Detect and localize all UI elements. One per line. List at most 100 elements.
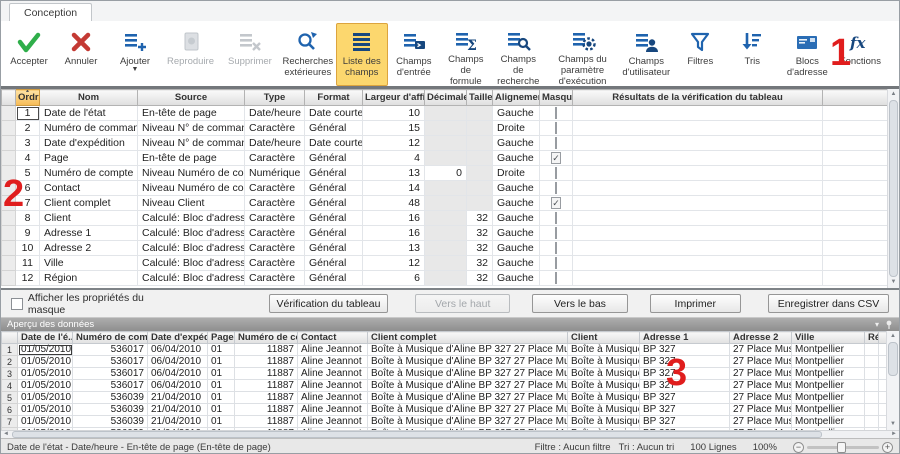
row-number[interactable]: 2 <box>2 356 18 368</box>
preview-cell[interactable]: Boîte à Musique d'Aline BP 327 27 Place … <box>368 368 568 380</box>
cell-filler[interactable] <box>823 151 890 166</box>
cell-masque[interactable] <box>540 121 573 136</box>
cell-format[interactable]: Général <box>305 271 363 286</box>
preview-cell[interactable]: 27 Place Musc... <box>730 356 792 368</box>
cell-resultats[interactable] <box>573 196 823 211</box>
preview-cell[interactable]: 536017 <box>73 368 148 380</box>
cell-nom[interactable]: Date d'expédition <box>40 136 138 151</box>
preview-cell[interactable]: Boîte à Musique d'Aline BP 327 27 Place … <box>368 416 568 428</box>
preview-cell[interactable]: Boîte à Musique d'Aline BP 327 27 Place … <box>368 356 568 368</box>
preview-cell[interactable]: 06/04/2010 <box>148 368 208 380</box>
preview-cell[interactable]: 11887 <box>235 416 298 428</box>
cell-alignement[interactable]: Droite <box>493 121 540 136</box>
cell-ordre[interactable]: 4 <box>16 151 40 166</box>
preview-cell[interactable]: 27 Place Musc... <box>730 404 792 416</box>
preview-cell[interactable]: Boîte à Musique d'... <box>568 428 640 431</box>
preview-column-header[interactable]: Adresse 1 <box>640 332 730 344</box>
cell-source[interactable]: Calculé: Bloc d'adresse <box>138 211 245 226</box>
preview-cell[interactable]: 11887 <box>235 392 298 404</box>
cell-alignement[interactable]: Gauche <box>493 226 540 241</box>
search-fields-button[interactable]: Champs de recherche <box>492 23 545 86</box>
preview-cell[interactable]: 01/05/2010 <box>18 356 73 368</box>
cell-masque[interactable] <box>540 106 573 121</box>
scroll-up-icon[interactable]: ▲ <box>888 89 899 100</box>
cell-alignement[interactable]: Gauche <box>493 181 540 196</box>
preview-cell[interactable]: Boîte à Musique d'... <box>568 416 640 428</box>
preview-cell[interactable]: 27 Place Musc... <box>730 368 792 380</box>
preview-cell[interactable]: 01 <box>208 416 235 428</box>
preview-column-header[interactable]: Adresse 2 <box>730 332 792 344</box>
preview-cell[interactable]: Montpellier <box>792 356 865 368</box>
zoom-out-icon[interactable]: − <box>793 442 804 453</box>
cell-alignement[interactable]: Gauche <box>493 271 540 286</box>
cell-nom[interactable]: Page <box>40 151 138 166</box>
cell-format[interactable]: Général <box>305 151 363 166</box>
cell-alignement[interactable]: Gauche <box>493 241 540 256</box>
preview-cell[interactable]: Boîte à Musique d'... <box>568 356 640 368</box>
cell-type[interactable]: Date/heure <box>245 136 305 151</box>
preview-cell[interactable] <box>865 380 879 392</box>
masque-checkbox[interactable] <box>555 122 557 134</box>
cell-alignement[interactable]: Droite <box>493 166 540 181</box>
preview-cell[interactable] <box>865 428 879 431</box>
row-selector[interactable] <box>2 256 16 271</box>
row-selector[interactable] <box>2 136 16 151</box>
preview-cell[interactable]: BP 327 <box>640 416 730 428</box>
preview-cell[interactable]: 536017 <box>73 380 148 392</box>
preview-cell[interactable]: Aline Jeannot <box>298 368 368 380</box>
cell-largeur[interactable]: 6 <box>363 271 425 286</box>
cell-source[interactable]: En-tête de page <box>138 106 245 121</box>
cell-taille[interactable] <box>467 136 493 151</box>
cell-largeur[interactable]: 13 <box>363 166 425 181</box>
preview-cell[interactable]: 01 <box>208 392 235 404</box>
preview-cell[interactable]: 01/05/2010 <box>18 368 73 380</box>
masque-checkbox[interactable] <box>555 227 557 239</box>
preview-cell[interactable]: Montpellier <box>792 344 865 356</box>
preview-cell[interactable]: 01/05/2010 <box>18 416 73 428</box>
cell-alignement[interactable]: Gauche <box>493 211 540 226</box>
fields-column-header[interactable]: Largeur d'afficha <box>363 90 425 106</box>
cell-masque[interactable] <box>540 256 573 271</box>
help-button[interactable]: ?Aide <box>888 23 900 86</box>
cell-format[interactable]: Général <box>305 226 363 241</box>
preview-cell[interactable]: 21/04/2010 <box>148 392 208 404</box>
cell-ordre[interactable]: 3 <box>16 136 40 151</box>
preview-cell[interactable]: Boîte à Musique d'... <box>568 380 640 392</box>
cell-source[interactable]: Calculé: Bloc d'adresse <box>138 271 245 286</box>
cell-type[interactable]: Caractère <box>245 151 305 166</box>
cell-resultats[interactable] <box>573 271 823 286</box>
save-csv-button[interactable]: Enregistrer dans CSV <box>768 294 889 313</box>
cell-nom[interactable]: Région <box>40 271 138 286</box>
row-selector[interactable] <box>2 271 16 286</box>
cell-format[interactable]: Général <box>305 256 363 271</box>
formula-fields-button[interactable]: ΣChamps de formule <box>440 23 492 86</box>
cell-alignement[interactable]: Gauche <box>493 106 540 121</box>
preview-cell[interactable]: Montpellier <box>792 428 865 431</box>
cell-masque[interactable] <box>540 181 573 196</box>
preview-cell[interactable] <box>865 356 879 368</box>
preview-cell[interactable]: 536017 <box>73 356 148 368</box>
masque-checkbox[interactable] <box>555 242 557 254</box>
cell-decimales[interactable] <box>425 106 467 121</box>
preview-cell[interactable]: Aline Jeannot <box>298 356 368 368</box>
masque-checkbox[interactable] <box>555 272 557 284</box>
preview-column-header[interactable]: Numéro de com... <box>73 332 148 344</box>
cell-resultats[interactable] <box>573 241 823 256</box>
cell-taille[interactable] <box>467 106 493 121</box>
cell-nom[interactable]: Client <box>40 211 138 226</box>
exec-param-fields-button[interactable]: Champs du paramètre d'exécution <box>545 23 621 86</box>
preview-cell[interactable]: 21/04/2010 <box>148 416 208 428</box>
masque-checkbox[interactable] <box>555 107 557 119</box>
cell-filler[interactable] <box>823 256 890 271</box>
preview-column-header[interactable]: Date de l'é... <box>18 332 73 344</box>
preview-cell[interactable]: Montpellier <box>792 404 865 416</box>
cell-nom[interactable]: Client complet <box>40 196 138 211</box>
preview-cell[interactable]: Montpellier <box>792 416 865 428</box>
cell-largeur[interactable]: 12 <box>363 136 425 151</box>
fields-column-header[interactable]: Décimales <box>425 90 467 106</box>
row-number[interactable]: 5 <box>2 392 18 404</box>
preview-cell[interactable]: BP 327 <box>640 404 730 416</box>
cell-ordre[interactable]: 1 <box>16 106 40 121</box>
scrollbar-thumb[interactable] <box>889 100 898 277</box>
cell-taille[interactable] <box>467 151 493 166</box>
